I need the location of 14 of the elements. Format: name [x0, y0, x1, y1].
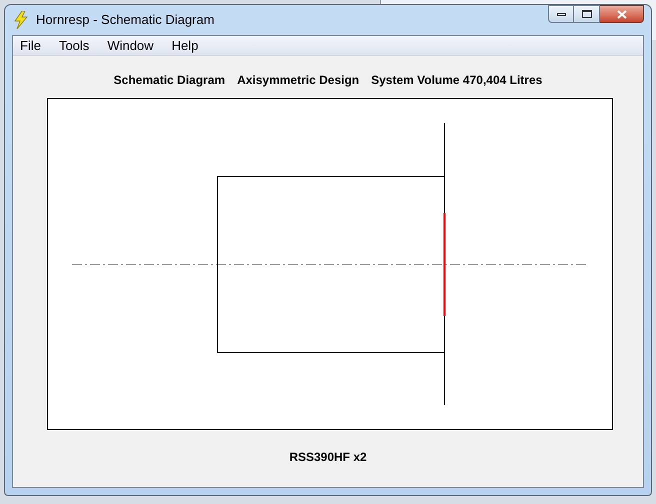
menu-item[interactable]: File [20, 36, 41, 56]
menu-item[interactable]: Tools [58, 36, 90, 56]
minimize-button[interactable] [548, 5, 574, 23]
window-title: Hornresp - Schematic Diagram [36, 11, 214, 30]
diagram-heading: Schematic Diagram [114, 72, 226, 89]
close-button[interactable] [600, 5, 644, 23]
menu-item[interactable]: Window [107, 36, 154, 56]
close-icon [616, 10, 626, 18]
menu-item[interactable]: Help [172, 36, 198, 56]
diagram-heading: System Volume 470,404 Litres [371, 72, 542, 89]
diagram-heading: Axisymmetric Design [237, 72, 360, 89]
lightning-icon [14, 11, 28, 29]
driver-label: RSS390HF x2 [289, 449, 367, 466]
maximize-button[interactable] [574, 5, 600, 23]
